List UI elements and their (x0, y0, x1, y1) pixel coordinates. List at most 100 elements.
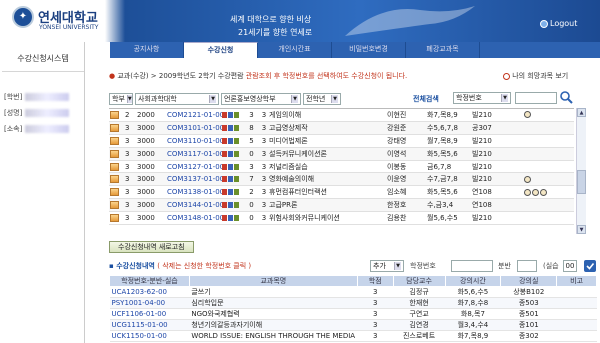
scroll-thumb[interactable] (577, 170, 586, 194)
reg-section-input[interactable] (517, 260, 537, 272)
course-code-link[interactable]: COM3117-01-00 (167, 150, 224, 158)
course-row[interactable]: 3 3000 COM3117-01-00 0 3 설득커뮤니케이션론 이영석 화5,목5,6 빌… (109, 147, 574, 161)
flag-icon (222, 150, 227, 157)
registered-code-link[interactable]: UCK1150-01-00 (109, 330, 190, 342)
slogan-line-2: 21세기를 향한 연세로 (238, 28, 313, 37)
course-capacity: 7 (249, 175, 254, 184)
course-code-link[interactable]: COM3127-01-00 (167, 163, 224, 171)
wishlist-checkbox[interactable] (110, 201, 119, 210)
info-icon[interactable] (524, 175, 531, 183)
my-wishlist-link[interactable]: 나의 희망과목 보기 (503, 71, 568, 81)
wishlist-checkbox[interactable] (110, 214, 119, 223)
college-select-value: 사회과학대학 (138, 95, 177, 103)
wishlist-checkbox[interactable] (110, 149, 119, 158)
top-banner: ✦ 연세대학교 YONSEI UNIVERSITY 세계 대학으로 향한 비상 … (0, 0, 600, 42)
yonsei-logo[interactable]: ✦ 연세대학교 YONSEI UNIVERSITY (12, 6, 106, 36)
redacted-student-dept (24, 125, 69, 133)
bullet-icon: ▪ (109, 262, 114, 270)
registration-table: 학정번호-분반-실습 교과목명 학점 담당교수 강의시간 강의실 비고 UCA1… (109, 275, 597, 342)
info-icon[interactable] (524, 188, 531, 196)
registered-code-link[interactable]: UCA1203-62-00 (109, 286, 190, 298)
year-select[interactable]: 전학년 ▼ (303, 93, 341, 105)
course-year: 3 (125, 201, 130, 210)
search-icon[interactable] (559, 90, 573, 104)
department-select[interactable]: 언론홍보영상학부 ▼ (221, 93, 301, 105)
flag-icon (228, 163, 233, 170)
course-flags (222, 124, 244, 131)
breadcrumb: ● 교과(수강) > 2009학년도 2학기 수강편람 관람조회 후 학정번호를… (109, 71, 407, 81)
info-icon[interactable] (540, 188, 547, 196)
tab-timetable[interactable]: 개인시간표 (258, 42, 332, 58)
course-code-select[interactable]: 학정번호 ▼ (453, 92, 511, 104)
course-name: 게임의이해 (269, 110, 302, 119)
info-icon[interactable] (524, 111, 531, 119)
refresh-registration-button[interactable]: 수강신청내역 새로고침 (109, 241, 194, 253)
level-select[interactable]: 학부 ▼ (109, 93, 133, 105)
course-time: 화7,목8,9 (427, 110, 458, 119)
reg-lab-input[interactable]: 00 (563, 260, 577, 272)
tab-password[interactable]: 비밀번호변경 (332, 42, 406, 58)
info-icon[interactable] (532, 188, 539, 196)
wishlist-checkbox[interactable] (110, 123, 119, 132)
registered-note (556, 297, 597, 309)
registered-code-link[interactable]: PSY1001-04-00 (109, 297, 190, 309)
registration-title: 수강신청내역 (116, 262, 155, 270)
course-code-link[interactable]: COM3138-01-00 (167, 188, 224, 196)
course-professor: 이현진 (387, 110, 407, 119)
tab-notice[interactable]: 공지사항 (110, 42, 184, 58)
logout-button[interactable]: Logout (540, 19, 577, 28)
wishlist-checkbox[interactable] (110, 162, 119, 171)
course-row[interactable]: 2 2000 COM2121-01-00 3 3 게임의이해 이현진 화7,목8,9 빌210 (109, 109, 574, 122)
wishlist-checkbox[interactable] (110, 136, 119, 145)
course-code-input[interactable] (515, 92, 557, 104)
course-code-link[interactable]: COM3137-01-00 (167, 175, 224, 183)
course-capacity: 0 (249, 149, 254, 158)
tab-closed-courses[interactable]: 폐강교과목 (406, 42, 480, 58)
wishlist-checkbox[interactable] (110, 188, 119, 197)
wishlist-checkbox[interactable] (110, 110, 119, 119)
course-list: 2 2000 COM2121-01-00 3 3 게임의이해 이현진 화7,목8,9 빌210 3… (109, 108, 574, 234)
logout-label: Logout (550, 19, 578, 28)
course-level: 3000 (137, 188, 155, 197)
action-select[interactable]: 추가 ▼ (370, 260, 404, 272)
tab-registration[interactable]: 수강신청 (184, 42, 258, 58)
university-seal-icon: ✦ (12, 6, 34, 28)
college-select[interactable]: 사회과학대학 ▼ (135, 93, 219, 105)
scroll-up-icon[interactable]: ▲ (577, 108, 586, 117)
flag-icon (234, 176, 239, 183)
chevron-down-icon: ▼ (331, 95, 338, 103)
reg-code-input[interactable] (451, 260, 493, 272)
course-row[interactable]: 3 3000 COM3144-01-00 0 3 고급PR론 한정호 수,금3,4 연108 (109, 199, 574, 213)
registered-name: 청년기의갈등과자기이해 (189, 319, 358, 331)
course-code-link[interactable]: COM3148-01-00 (167, 214, 224, 222)
registered-time: 화7,8,수8 (445, 297, 501, 309)
reg-lab-label: (실습 (543, 262, 559, 270)
department-select-value: 언론홍보영상학부 (224, 95, 276, 103)
submit-registration-icon[interactable] (583, 259, 597, 273)
course-room: 빌210 (472, 149, 492, 158)
wishlist-checkbox[interactable] (110, 175, 119, 184)
course-row[interactable]: 3 3000 COM3137-01-00 7 3 영화예술의이해 이윤영 수7,금7,8 빌21… (109, 173, 574, 187)
registered-code-link[interactable]: UCF1106-01-00 (109, 308, 190, 320)
course-room: 빌210 (472, 162, 492, 171)
course-row[interactable]: 3 3000 COM3110-01-00 5 3 미디어법제론 강태영 월7,목8,9 빌210 (109, 135, 574, 148)
course-row[interactable]: 3 3000 COM3127-01-00 3 3 저널리즘실습 이봉동 금6,7,8 빌210 (109, 161, 574, 174)
scroll-down-icon[interactable]: ▼ (577, 225, 586, 234)
course-code-link[interactable]: COM3101-01-00 (167, 124, 224, 132)
course-credit: 3 (261, 110, 267, 119)
course-code-link[interactable]: COM3144-01-00 (167, 201, 224, 209)
flag-icon (222, 124, 227, 131)
registered-code-link[interactable]: UCG1115-01-00 (109, 319, 190, 331)
course-row[interactable]: 3 3000 COM3101-01-00 8 3 고급영상제작 강원준 수5,6,7,8 공30… (109, 121, 574, 135)
registered-time: 월3,4,수4 (445, 319, 501, 331)
course-row[interactable]: 3 3000 COM3148-01-00 0 3 위험사회와커뮤니케이션 김용찬 월5,6,수… (109, 212, 574, 226)
full-search-link[interactable]: 전체검색 (413, 94, 439, 104)
course-code-link[interactable]: COM2121-01-00 (167, 111, 224, 119)
course-row[interactable]: 3 3000 COM3138-01-00 2 3 휴먼컴퓨터인터랙션 임소혜 화5,목5,6 연… (109, 186, 574, 200)
course-capacity: 8 (249, 123, 254, 132)
course-code-link[interactable]: COM3110-01-00 (167, 137, 224, 145)
student-name-label: [성명] (4, 109, 23, 117)
course-list-scrollbar[interactable]: ▲ ▼ (576, 108, 586, 234)
course-capacity: 5 (249, 136, 254, 145)
registered-time: 화5,6,수5 (445, 286, 501, 298)
